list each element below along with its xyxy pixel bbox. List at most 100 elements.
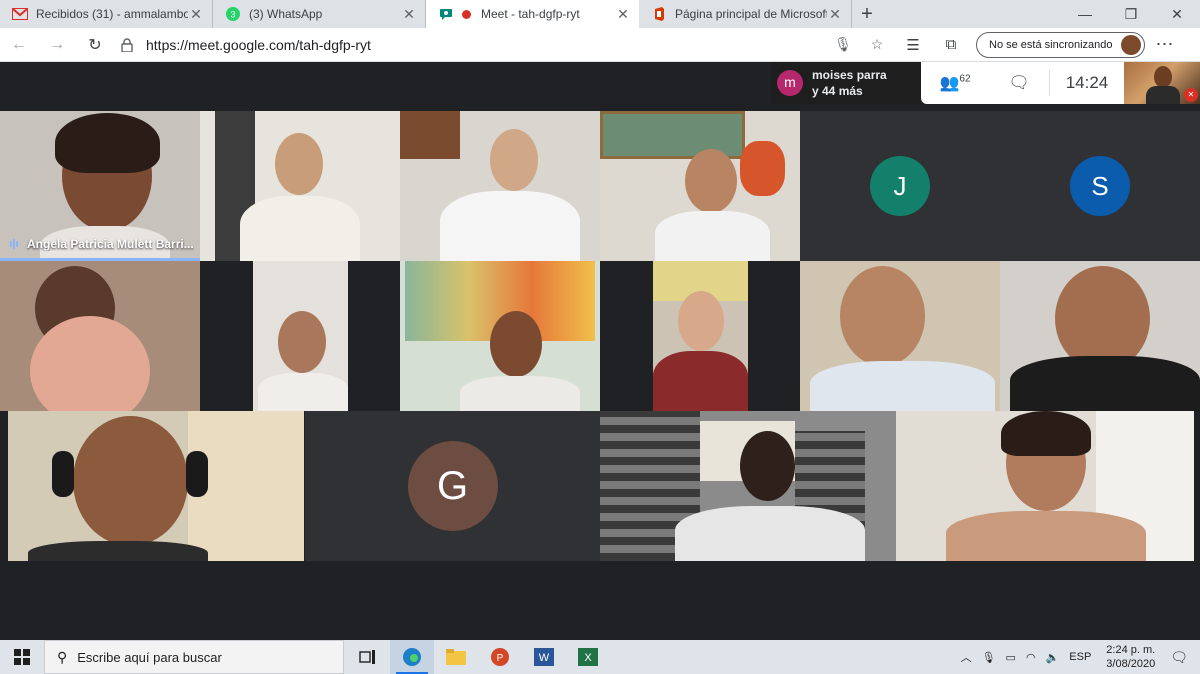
lock-icon[interactable] xyxy=(118,37,136,52)
avatar: S xyxy=(1070,156,1130,216)
avatar: G xyxy=(407,441,498,531)
windows-start-icon[interactable] xyxy=(0,649,44,665)
close-tab-icon[interactable]: ✕ xyxy=(827,6,843,23)
more-options-icon[interactable]: ⋯ xyxy=(1145,34,1185,55)
close-tab-icon[interactable]: ✕ xyxy=(615,6,631,23)
participant-video-tile[interactable] xyxy=(400,261,600,411)
wifi-icon[interactable]: ◠ xyxy=(1026,651,1036,664)
microphone-icon[interactable]: 🎙 xyxy=(982,651,996,664)
whatsapp-icon: 3 xyxy=(225,6,241,22)
participants-count: 62 xyxy=(959,73,971,85)
clock-date: 3/08/2020 xyxy=(1106,658,1156,670)
forward-icon[interactable]: → xyxy=(38,36,76,54)
participant-video-tile[interactable] xyxy=(0,261,200,411)
tab-office[interactable]: Página principal de Microsoft Of ✕ xyxy=(639,0,852,28)
svg-text:P: P xyxy=(497,653,504,664)
screen: Recibidos (31) - ammalambo@m ✕ 3 (3) Wha… xyxy=(0,0,1200,674)
favorite-star-icon[interactable]: ☆ xyxy=(860,36,894,53)
svg-text:X: X xyxy=(584,652,592,664)
address-bar[interactable]: https://meet.google.com/tah-dgfp-ryt 🎙 ☆ xyxy=(118,31,894,59)
close-tab-icon[interactable]: ✕ xyxy=(188,6,204,23)
profile-avatar xyxy=(1120,34,1141,55)
close-window-icon[interactable]: ✕ xyxy=(1154,0,1200,28)
participants-button[interactable]: 👥62 xyxy=(921,73,989,93)
meet-top-controls: 👥62 🗨 14:24 xyxy=(921,62,1124,104)
participant-video-tile[interactable] xyxy=(800,261,1000,411)
battery-icon[interactable]: ▭ xyxy=(1006,651,1016,664)
tab-whatsapp[interactable]: 3 (3) WhatsApp ✕ xyxy=(213,0,426,28)
edge-browser-icon[interactable] xyxy=(390,640,434,674)
word-icon[interactable]: W xyxy=(522,640,566,674)
participant-video-tile[interactable] xyxy=(8,411,304,561)
system-tray: ︿ 🎙 ▭ ◠ 🔈 ESP 2:24 p. m. 3/08/2020 🗨 xyxy=(956,640,1200,674)
window-controls: — ❐ ✕ xyxy=(1062,0,1200,28)
sync-status-label: No se está sincronizando xyxy=(989,38,1113,51)
browser-tab-strip: Recibidos (31) - ammalambo@m ✕ 3 (3) Wha… xyxy=(0,0,1200,28)
recording-indicator-icon xyxy=(462,9,471,19)
powerpoint-icon[interactable]: P xyxy=(478,640,522,674)
profile-sync-button[interactable]: No se está sincronizando xyxy=(976,31,1145,58)
notifications-icon[interactable]: 🗨 xyxy=(1170,649,1188,666)
windows-taskbar: ⚲ Escribe aquí para buscar P W X ︿ 🎙 ▭ ◠… xyxy=(0,640,1200,674)
task-view-icon[interactable] xyxy=(346,640,390,674)
active-speaker-label: Angela Patricia Mulett Barri... xyxy=(10,237,194,251)
file-explorer-icon[interactable] xyxy=(434,640,478,674)
back-icon[interactable]: ← xyxy=(0,36,38,54)
url-text[interactable]: https://meet.google.com/tah-dgfp-ryt xyxy=(146,37,826,53)
participant-video-tile[interactable] xyxy=(253,261,348,411)
participant-video-tile[interactable] xyxy=(896,411,1194,561)
gmail-icon xyxy=(12,6,28,22)
participant-avatar-tile[interactable]: S xyxy=(1000,111,1200,261)
favorites-list-icon[interactable]: ☰ xyxy=(894,36,932,54)
taskbar-search-input[interactable]: ⚲ Escribe aquí para buscar xyxy=(44,640,344,674)
tab-title: Meet - tah-dgfp-ryt xyxy=(481,7,580,21)
speaking-indicator-icon xyxy=(10,239,19,249)
participant-avatar-tile[interactable]: G xyxy=(305,411,600,561)
meeting-clock: 14:24 xyxy=(1049,70,1124,96)
office-icon xyxy=(651,6,667,22)
restore-icon[interactable]: ❐ xyxy=(1108,0,1154,28)
participant-video-tile[interactable] xyxy=(600,411,896,561)
meet-icon xyxy=(438,6,454,22)
browser-toolbar: ← → ↻ https://meet.google.com/tah-dgfp-r… xyxy=(0,28,1200,62)
show-hidden-icons-icon[interactable]: ︿ xyxy=(961,649,972,665)
tab-title: Recibidos (31) - ammalambo@m xyxy=(36,7,188,21)
new-tab-button[interactable]: + xyxy=(852,0,882,28)
language-indicator[interactable]: ESP xyxy=(1069,651,1091,663)
chat-icon[interactable]: 🗨 xyxy=(989,73,1049,93)
minimize-icon[interactable]: — xyxy=(1062,0,1108,28)
participant-video-tile[interactable] xyxy=(653,261,748,411)
tab-gmail[interactable]: Recibidos (31) - ammalambo@m ✕ xyxy=(0,0,213,28)
microphone-icon[interactable]: 🎙 xyxy=(826,36,860,53)
participant-video-tile[interactable]: Angela Patricia Mulett Barri... xyxy=(0,111,200,261)
collections-icon[interactable]: ⧉ xyxy=(932,36,970,53)
participant-video-tile[interactable] xyxy=(1000,261,1200,411)
self-video xyxy=(1154,66,1172,88)
clock-time: 2:24 p. m. xyxy=(1106,644,1156,656)
presenter-avatar: m xyxy=(777,70,803,96)
search-icon: ⚲ xyxy=(57,648,68,665)
presenter-name: moises parra xyxy=(812,68,887,82)
tab-meet[interactable]: Meet - tah-dgfp-ryt ✕ xyxy=(426,0,639,28)
mic-off-icon: ✕ xyxy=(1184,88,1198,102)
participant-name: Angela Patricia Mulett Barri... xyxy=(27,237,194,251)
close-tab-icon[interactable]: ✕ xyxy=(401,6,417,23)
meet-call-area: m moises parra y 44 más 👥62 🗨 14:24 ✕ An… xyxy=(0,62,1200,640)
volume-icon[interactable]: 🔈 xyxy=(1046,651,1060,664)
participant-video-tile[interactable] xyxy=(200,111,400,261)
presenter-info[interactable]: m moises parra y 44 más xyxy=(771,62,921,104)
participant-video-tile[interactable] xyxy=(600,111,800,261)
excel-icon[interactable]: X xyxy=(566,640,610,674)
participant-avatar-tile[interactable]: J xyxy=(800,111,1000,261)
svg-text:3: 3 xyxy=(230,10,235,20)
tab-title: (3) WhatsApp xyxy=(249,7,323,21)
people-icon: 👥 xyxy=(939,75,960,92)
svg-text:W: W xyxy=(539,652,550,664)
avatar: J xyxy=(870,156,930,216)
tab-title: Página principal de Microsoft Of xyxy=(675,7,827,21)
taskbar-clock[interactable]: 2:24 p. m. 3/08/2020 xyxy=(1106,643,1155,671)
others-count: y 44 más xyxy=(812,84,863,98)
self-view-tile[interactable]: ✕ xyxy=(1124,62,1200,104)
participant-video-tile[interactable] xyxy=(400,111,600,261)
reload-icon[interactable]: ↻ xyxy=(76,35,114,55)
